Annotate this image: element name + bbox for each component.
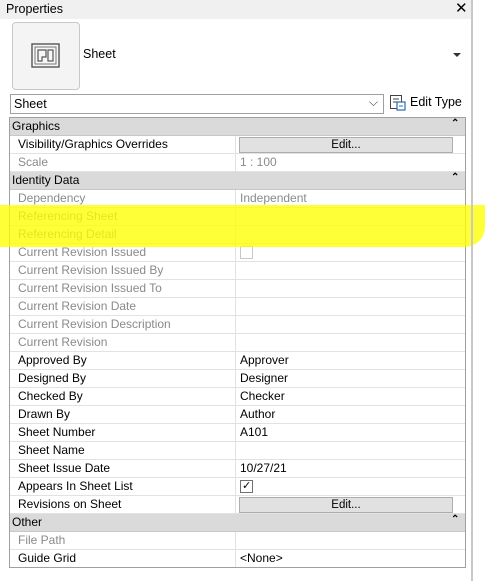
properties-title-bar: Properties ✕ bbox=[0, 0, 472, 19]
property-name: Drawn By bbox=[10, 406, 236, 423]
property-name: Sheet Number bbox=[10, 424, 236, 441]
panel-right-edge bbox=[471, 0, 473, 581]
instance-filter-value: Sheet bbox=[14, 97, 47, 111]
type-selector[interactable]: Sheet bbox=[0, 19, 472, 94]
type-name: Sheet bbox=[83, 47, 116, 61]
edit-type-label: Edit Type bbox=[410, 95, 462, 109]
property-value bbox=[237, 532, 465, 549]
properties-grid: Graphics ⌃ Visibility/Graphics Overrides Ed… bbox=[9, 117, 466, 568]
property-name: Sheet Issue Date bbox=[10, 460, 236, 477]
property-name: Checked By bbox=[10, 388, 236, 405]
property-name: Current Revision bbox=[10, 334, 236, 351]
property-name: Current Revision Issued To bbox=[10, 280, 236, 297]
checkmark-icon: ✓ bbox=[242, 480, 252, 492]
property-name: Guide Grid bbox=[10, 550, 236, 567]
property-value[interactable]: Approver bbox=[237, 352, 465, 369]
group-header-identity-data[interactable]: Identity Data ⌃ bbox=[10, 172, 465, 190]
collapse-group-icon[interactable]: ⌃ bbox=[451, 172, 459, 183]
property-row-referencing-detail: Referencing Detail bbox=[10, 226, 465, 244]
property-value: Independent bbox=[240, 191, 307, 205]
property-row-current-revision: Current Revision bbox=[10, 334, 465, 352]
property-value bbox=[237, 208, 465, 225]
property-row-revisions-on-sheet: Revisions on Sheet Edit... bbox=[10, 496, 465, 514]
group-title: Identity Data bbox=[12, 173, 80, 187]
edit-type-icon bbox=[390, 95, 406, 111]
property-name: File Path bbox=[10, 532, 236, 549]
property-row-current-revision-issued-to: Current Revision Issued To bbox=[10, 280, 465, 298]
property-value bbox=[237, 334, 465, 351]
property-value bbox=[237, 244, 465, 261]
property-value[interactable]: 10/27/21 bbox=[237, 460, 465, 477]
property-value: 1 : 100 bbox=[240, 155, 277, 169]
property-name: Visibility/Graphics Overrides bbox=[10, 136, 236, 153]
group-title: Other bbox=[12, 515, 43, 529]
property-value bbox=[237, 496, 465, 513]
instance-filter-row: Sheet ⌵ Edit Type bbox=[0, 94, 472, 116]
property-name: Current Revision Issued bbox=[10, 244, 236, 261]
property-value bbox=[237, 316, 465, 333]
property-name: Revisions on Sheet bbox=[10, 496, 236, 513]
property-value bbox=[237, 136, 465, 153]
property-row-referencing-sheet: Referencing Sheet bbox=[10, 208, 465, 226]
property-row-sheet-issue-date: Sheet Issue Date 10/27/21 bbox=[10, 460, 465, 478]
property-row-drawn-by: Drawn By Author bbox=[10, 406, 465, 424]
property-value bbox=[237, 226, 465, 243]
group-header-other[interactable]: Other ⌃ bbox=[10, 514, 465, 532]
property-name: Scale bbox=[10, 154, 236, 171]
group-header-graphics[interactable]: Graphics ⌃ bbox=[10, 118, 465, 136]
property-value bbox=[237, 262, 465, 279]
property-row-current-revision-date: Current Revision Date bbox=[10, 298, 465, 316]
property-row-current-revision-issued: Current Revision Issued bbox=[10, 244, 465, 262]
property-row-current-revision-description: Current Revision Description bbox=[10, 316, 465, 334]
type-dropdown-arrow-icon[interactable] bbox=[453, 53, 461, 57]
property-name: Current Revision Issued By bbox=[10, 262, 236, 279]
property-name: Appears In Sheet List bbox=[10, 478, 236, 495]
property-row-checked-by: Checked By Checker bbox=[10, 388, 465, 406]
property-row-current-revision-issued-by: Current Revision Issued By bbox=[10, 262, 465, 280]
property-row-sheet-name: Sheet Name bbox=[10, 442, 465, 460]
property-name: Current Revision Description bbox=[10, 316, 236, 333]
property-row-visibility-graphics-overrides: Visibility/Graphics Overrides Edit... bbox=[10, 136, 465, 154]
property-value[interactable]: Designer bbox=[237, 370, 465, 387]
property-value[interactable]: Author bbox=[237, 406, 465, 423]
property-name: Referencing Sheet bbox=[10, 208, 236, 225]
property-row-appears-in-sheet-list: Appears In Sheet List ✓ bbox=[10, 478, 465, 496]
property-name: Approved By bbox=[10, 352, 236, 369]
property-value[interactable]: <None> bbox=[237, 550, 465, 567]
close-icon[interactable]: ✕ bbox=[455, 1, 468, 17]
collapse-group-icon[interactable]: ⌃ bbox=[451, 514, 459, 525]
property-value[interactable]: Checker bbox=[237, 388, 465, 405]
checkbox bbox=[240, 246, 253, 259]
group-title: Graphics bbox=[12, 119, 61, 133]
instance-filter-dropdown[interactable]: Sheet ⌵ bbox=[10, 94, 384, 114]
sheet-type-thumbnail bbox=[12, 22, 80, 90]
checkbox[interactable]: ✓ bbox=[240, 480, 253, 493]
chevron-down-icon: ⌵ bbox=[368, 95, 378, 109]
window-title: Properties bbox=[6, 2, 63, 16]
property-row-approved-by: Approved By Approver bbox=[10, 352, 465, 370]
property-name: Designed By bbox=[10, 370, 236, 387]
property-name: Current Revision Date bbox=[10, 298, 236, 315]
property-name: Dependency bbox=[10, 190, 236, 207]
property-name: Referencing Detail bbox=[10, 226, 236, 243]
property-row-dependency: Dependency Independent bbox=[10, 190, 465, 208]
property-value[interactable] bbox=[237, 442, 465, 459]
property-value: ✓ bbox=[237, 478, 465, 495]
property-name: Sheet Name bbox=[10, 442, 236, 459]
property-row-file-path: File Path bbox=[10, 532, 465, 550]
property-row-sheet-number: Sheet Number A101 bbox=[10, 424, 465, 442]
collapse-group-icon[interactable]: ⌃ bbox=[451, 118, 459, 129]
property-row-guide-grid: Guide Grid <None> bbox=[10, 550, 465, 567]
property-row-scale: Scale 1 : 100 bbox=[10, 154, 465, 172]
property-value bbox=[237, 298, 465, 315]
property-row-designed-by: Designed By Designer bbox=[10, 370, 465, 388]
property-value[interactable]: A101 bbox=[237, 424, 465, 441]
sheet-icon bbox=[31, 43, 60, 68]
property-value bbox=[237, 280, 465, 297]
